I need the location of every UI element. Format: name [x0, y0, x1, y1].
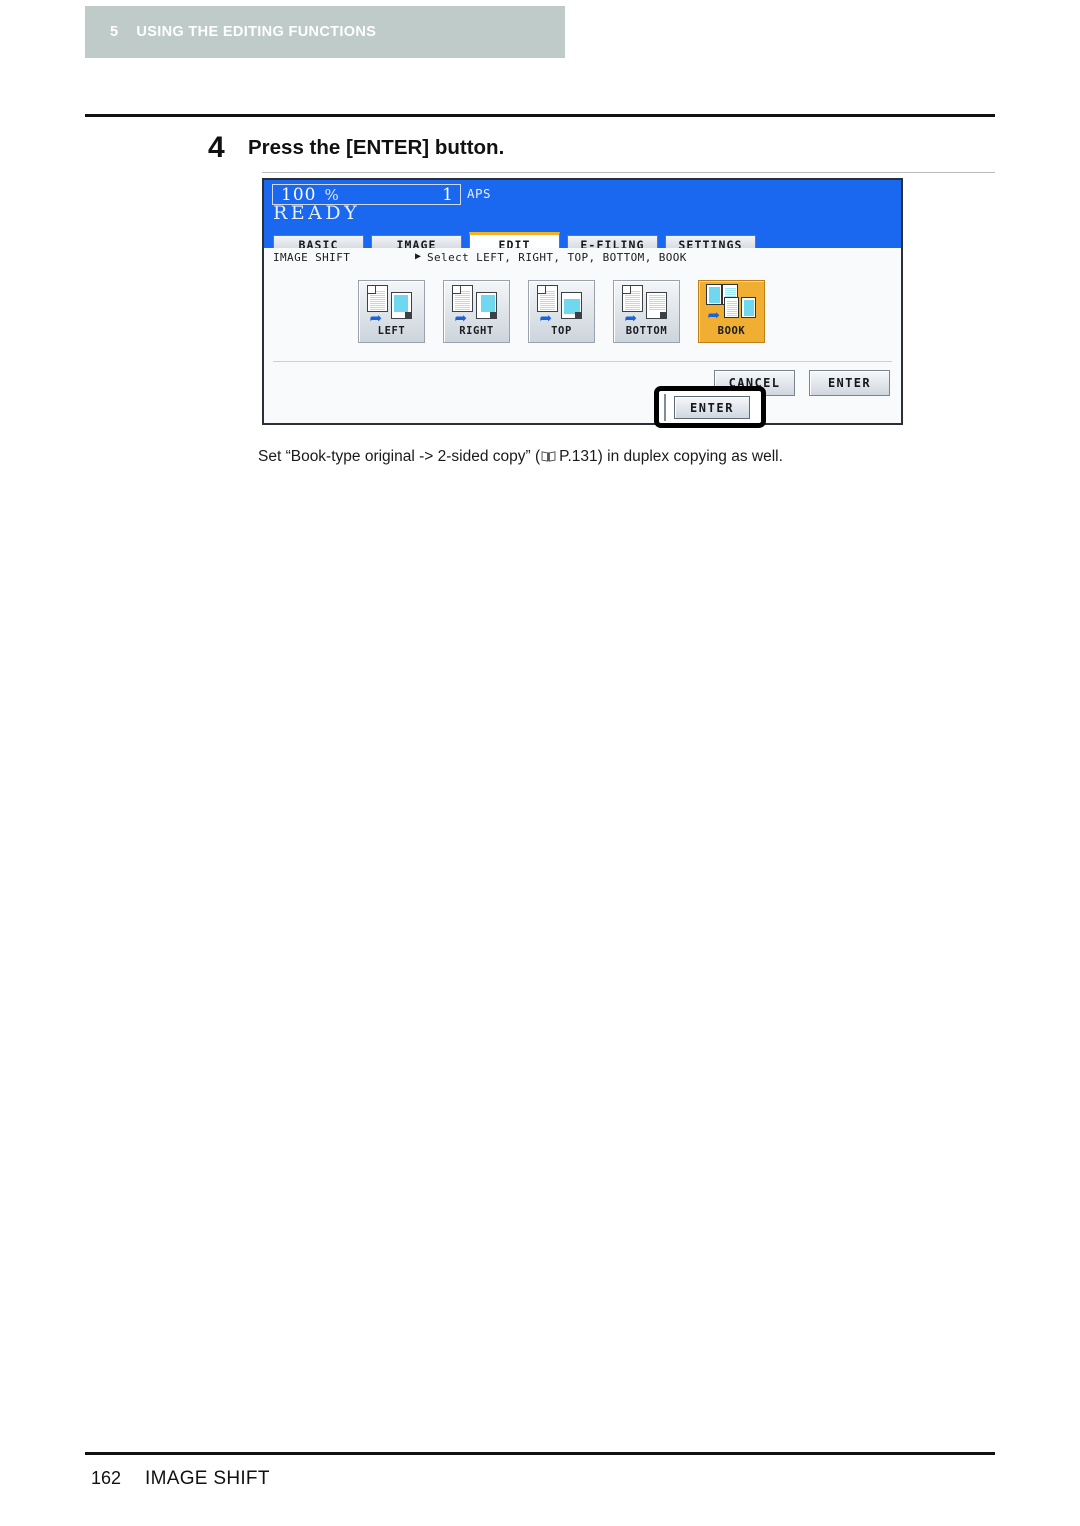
page-shift-top-icon: ➦	[534, 284, 590, 326]
footer-section-title: IMAGE SHIFT	[145, 1468, 270, 1489]
shift-button-bottom[interactable]: ➦ BOTTOM	[613, 280, 680, 343]
book-shift-icon: ➦	[704, 284, 760, 325]
header-divider-rule	[85, 114, 995, 117]
book-reference-icon	[541, 447, 556, 462]
machine-status-text: READY	[273, 202, 361, 224]
shift-button-left[interactable]: ➦ LEFT	[358, 280, 425, 343]
function-name-label: IMAGE SHIFT	[273, 251, 351, 264]
image-shift-options-row: ➦ LEFT ➦ RIGHT ➦ TOP ➦ BOTTOM ➦ BOOK	[358, 280, 765, 343]
enter-button-callout-box	[654, 386, 766, 428]
shift-button-book-label: BOOK	[717, 325, 746, 337]
footer-divider-rule	[85, 1452, 995, 1455]
shift-button-book[interactable]: ➦ BOOK	[698, 280, 765, 343]
prompt-text: Select LEFT, RIGHT, TOP, BOTTOM, BOOK	[427, 251, 687, 264]
enter-button[interactable]: ENTER	[809, 370, 890, 396]
shift-button-top-label: TOP	[551, 325, 572, 337]
lcd-content-area: IMAGE SHIFT ▶ Select LEFT, RIGHT, TOP, B…	[264, 248, 901, 423]
shift-button-right[interactable]: ➦ RIGHT	[443, 280, 510, 343]
figure-caption: Set “Book-type original -> 2-sided copy”…	[258, 446, 783, 468]
page-number: 162	[91, 1468, 122, 1488]
lcd-subheader: IMAGE SHIFT ▶ Select LEFT, RIGHT, TOP, B…	[264, 248, 901, 270]
prompt-arrow-icon: ▶	[415, 251, 422, 262]
chapter-running-head-band: 5 USING THE EDITING FUNCTIONS	[85, 6, 565, 58]
enter-button-label: ENTER	[827, 376, 872, 390]
lcd-status-bar: 100 % 1 APS READY BASIC IMAGE EDIT E-FIL…	[264, 180, 901, 254]
page-shift-bottom-icon: ➦	[619, 284, 675, 326]
caption-text-before: Set “Book-type original -> 2-sided copy”…	[258, 448, 541, 465]
page-shift-right-icon: ➦	[449, 284, 505, 326]
step-heading: 4 Press the [ENTER] button.	[208, 133, 504, 163]
shift-button-top[interactable]: ➦ TOP	[528, 280, 595, 343]
step-underline-rule	[262, 172, 995, 173]
chapter-title: USING THE EDITING FUNCTIONS	[136, 24, 377, 40]
paper-mode-label: APS	[467, 186, 492, 201]
lcd-footer-divider	[273, 361, 892, 362]
page-shift-left-icon: ➦	[364, 284, 420, 326]
page-footer: 162 IMAGE SHIFT	[91, 1468, 270, 1490]
copy-count: 1	[442, 184, 453, 205]
percent-sign: %	[324, 185, 339, 204]
step-number: 4	[208, 131, 225, 164]
chapter-number: 5	[110, 24, 119, 40]
step-instruction: Press the [ENTER] button.	[248, 136, 505, 159]
caption-text-after: P.131) in duplex copying as well.	[559, 448, 783, 465]
copier-lcd-panel: 100 % 1 APS READY BASIC IMAGE EDIT E-FIL…	[262, 178, 903, 425]
